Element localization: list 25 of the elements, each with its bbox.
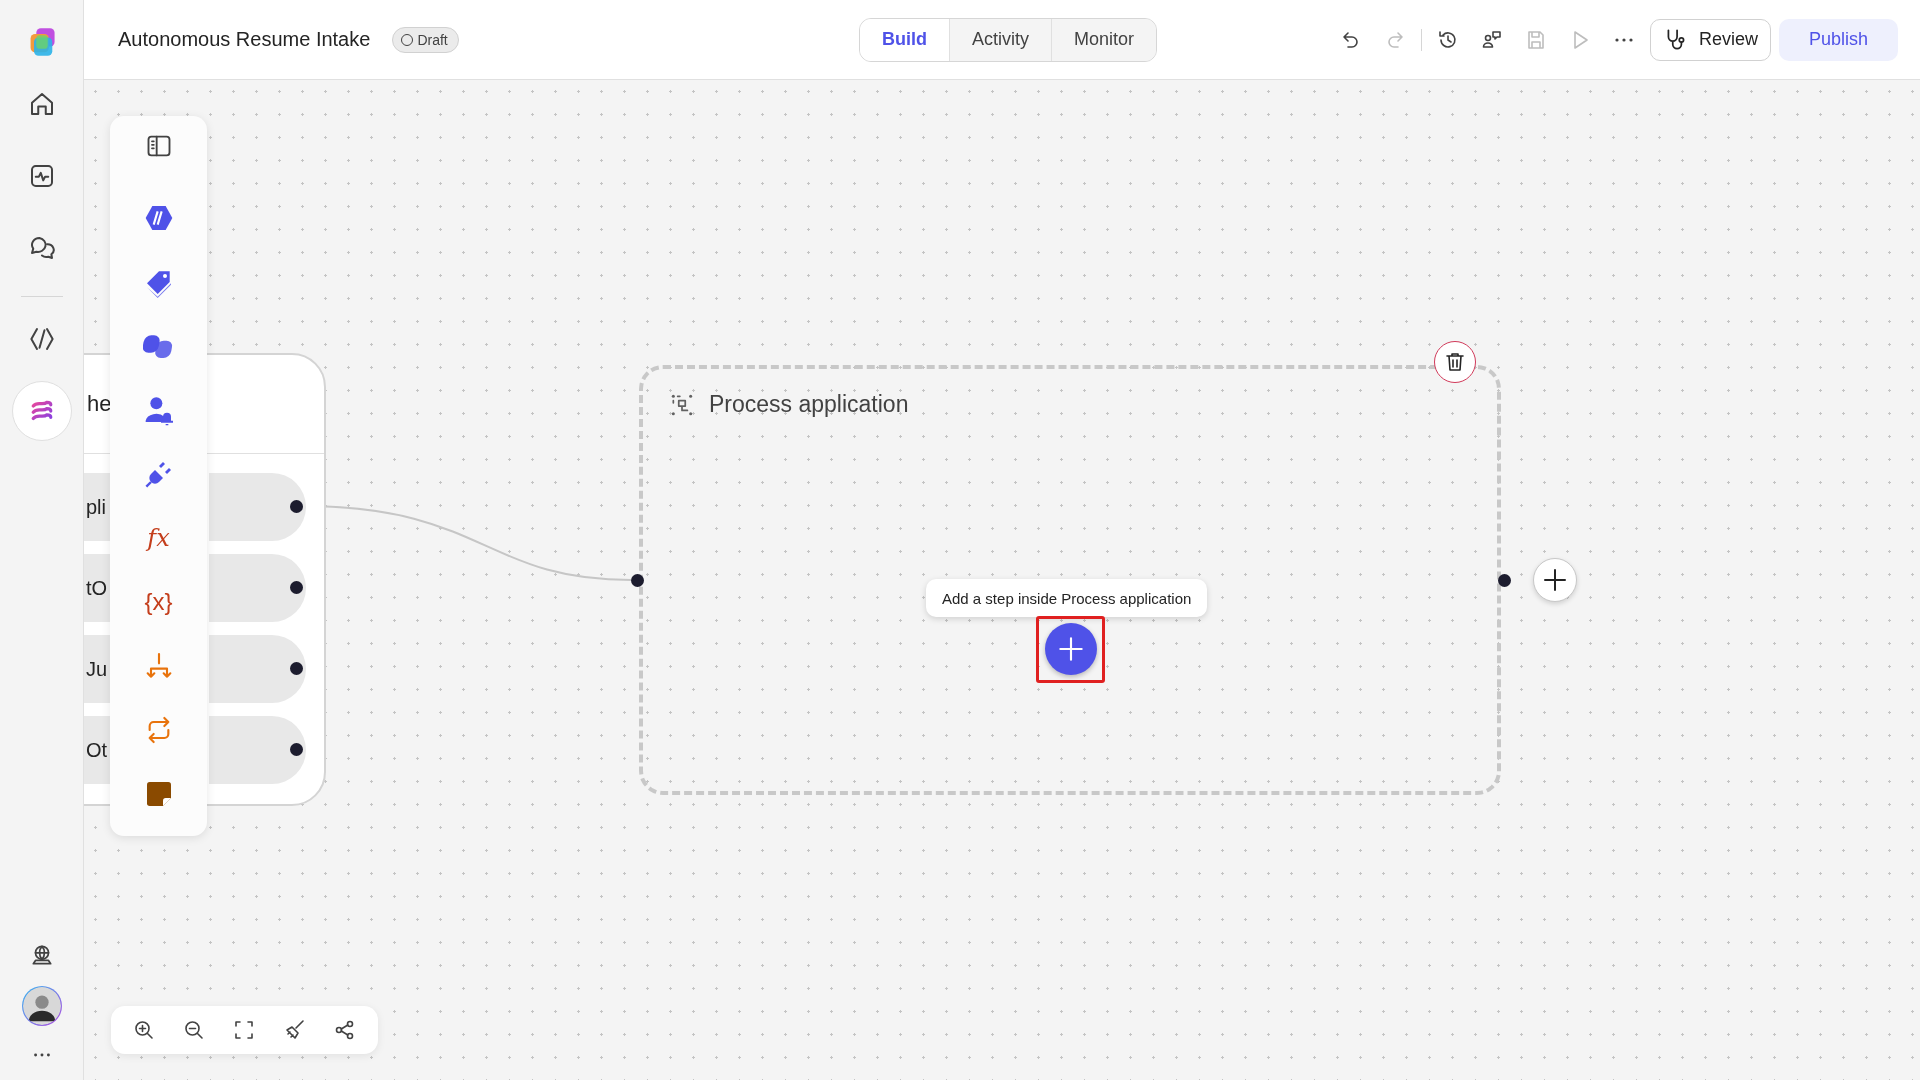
highlight-frame <box>1036 616 1105 683</box>
output-port[interactable] <box>290 743 303 756</box>
tab[interactable]: Monitor <box>1051 18 1156 61</box>
input-port[interactable] <box>631 574 644 587</box>
node-title: he <box>87 391 112 417</box>
status-badge: Draft <box>392 26 459 53</box>
tab[interactable]: Build <box>859 18 949 61</box>
output-label[interactable]: tO <box>84 554 112 622</box>
add-step-button[interactable] <box>1533 558 1577 602</box>
publish-button[interactable]: Publish <box>1778 18 1898 61</box>
output-port[interactable] <box>290 581 303 594</box>
group-title: Process application <box>709 391 909 418</box>
output-label[interactable]: pli <box>84 473 112 541</box>
user-avatar[interactable] <box>21 986 62 1026</box>
trash-icon <box>1443 350 1467 374</box>
tooltip: Add a step inside Process application <box>926 579 1208 617</box>
variable-item[interactable]: {x} <box>144 586 173 618</box>
output-port[interactable] <box>290 500 303 513</box>
output-label[interactable]: Ot <box>84 716 112 784</box>
output-port[interactable] <box>290 662 303 675</box>
review-button[interactable]: Review <box>1649 18 1771 61</box>
output-label[interactable]: Ju <box>84 635 112 703</box>
flow-title: Autonomous Resume Intake <box>118 28 371 51</box>
formula-item[interactable]: fx <box>147 522 170 554</box>
delete-button[interactable] <box>1434 341 1476 383</box>
